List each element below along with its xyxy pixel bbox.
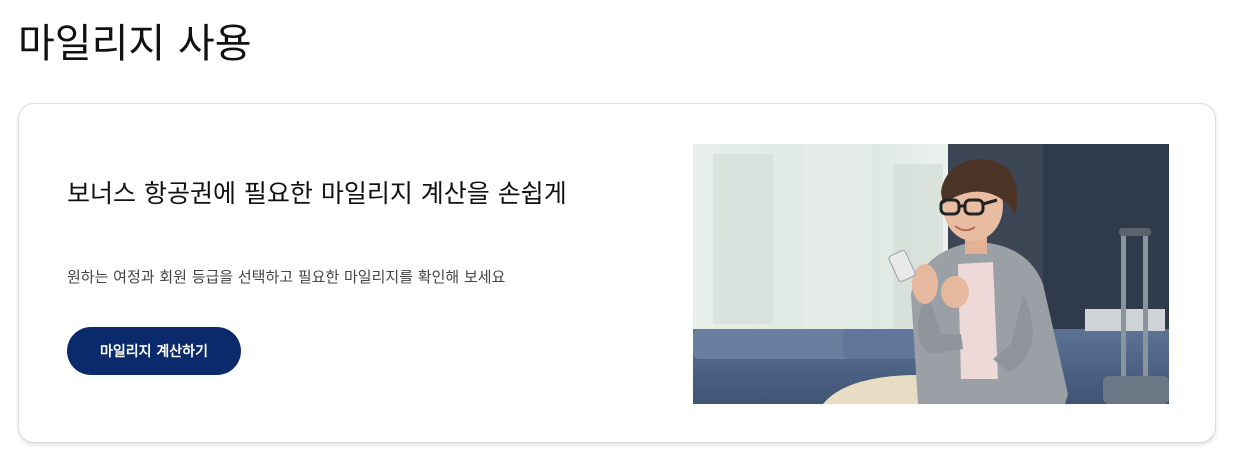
card-heading: 보너스 항공권에 필요한 마일리지 계산을 손쉽게: [67, 179, 567, 208]
mileage-calculator-card: 보너스 항공권에 필요한 마일리지 계산을 손쉽게 원하는 여정과 회원 등급을…: [18, 103, 1216, 443]
woman-with-phone-image: [693, 144, 1169, 404]
page-title: 마일리지 사용: [18, 21, 252, 67]
card-subtext: 원하는 여정과 회원 등급을 선택하고 필요한 마일리지를 확인해 보세요: [67, 268, 506, 286]
mileage-calculate-button[interactable]: 마일리지 계산하기: [67, 327, 241, 375]
